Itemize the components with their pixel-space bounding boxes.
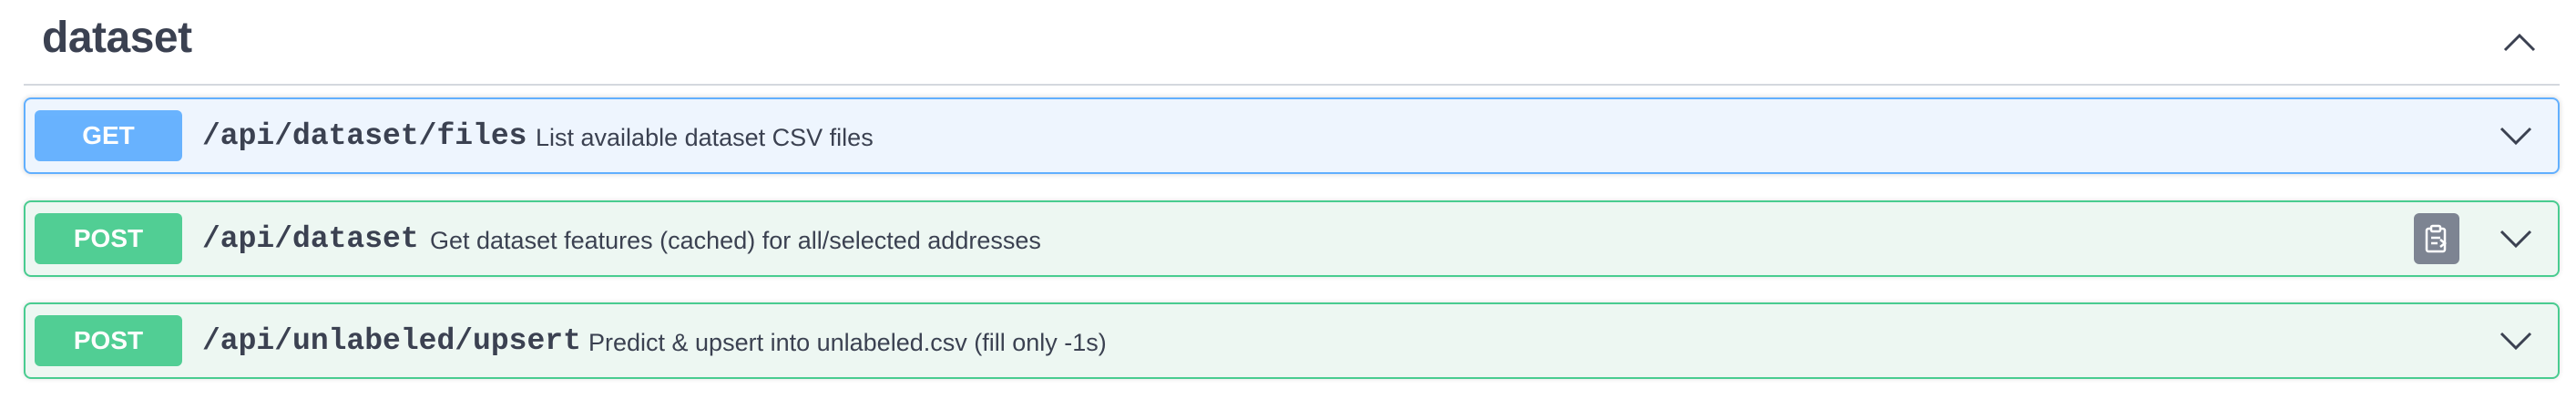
- operation-post-dataset[interactable]: POST /api/dataset Get dataset features (…: [24, 200, 2560, 277]
- clipboard-copy-icon: [2425, 224, 2448, 253]
- tag-section-header[interactable]: dataset: [24, 0, 2560, 86]
- section-title: dataset: [42, 14, 192, 62]
- operation-path: /api/unlabeled/upsert: [202, 324, 581, 358]
- expand-operation-button[interactable]: [2492, 112, 2540, 159]
- operation-path: /api/dataset: [202, 222, 419, 256]
- expand-operation-button[interactable]: [2492, 215, 2540, 262]
- operation-get-dataset-files[interactable]: GET /api/dataset/files List available da…: [24, 97, 2560, 174]
- method-badge-get: GET: [35, 110, 182, 161]
- operation-summary: Predict & upsert into unlabeled.csv (fil…: [588, 329, 1107, 356]
- chevron-down-icon: [2499, 230, 2532, 249]
- copy-to-clipboard-button[interactable]: [2414, 213, 2459, 264]
- operation-post-unlabeled-upsert[interactable]: POST /api/unlabeled/upsert Predict & ups…: [24, 302, 2560, 379]
- operation-summary: List available dataset CSV files: [536, 124, 874, 151]
- chevron-up-icon: [2503, 33, 2536, 52]
- chevron-down-icon: [2499, 127, 2532, 146]
- operation-path: /api/dataset/files: [202, 119, 527, 153]
- method-badge-post: POST: [35, 213, 182, 264]
- method-badge-post: POST: [35, 315, 182, 366]
- operation-summary: Get dataset features (cached) for all/se…: [430, 227, 1041, 254]
- collapse-section-button[interactable]: [2492, 15, 2547, 69]
- chevron-down-icon: [2499, 332, 2532, 351]
- tag-section-dataset: dataset GET /api/dataset/files List avai…: [0, 0, 2576, 399]
- expand-operation-button[interactable]: [2492, 317, 2540, 364]
